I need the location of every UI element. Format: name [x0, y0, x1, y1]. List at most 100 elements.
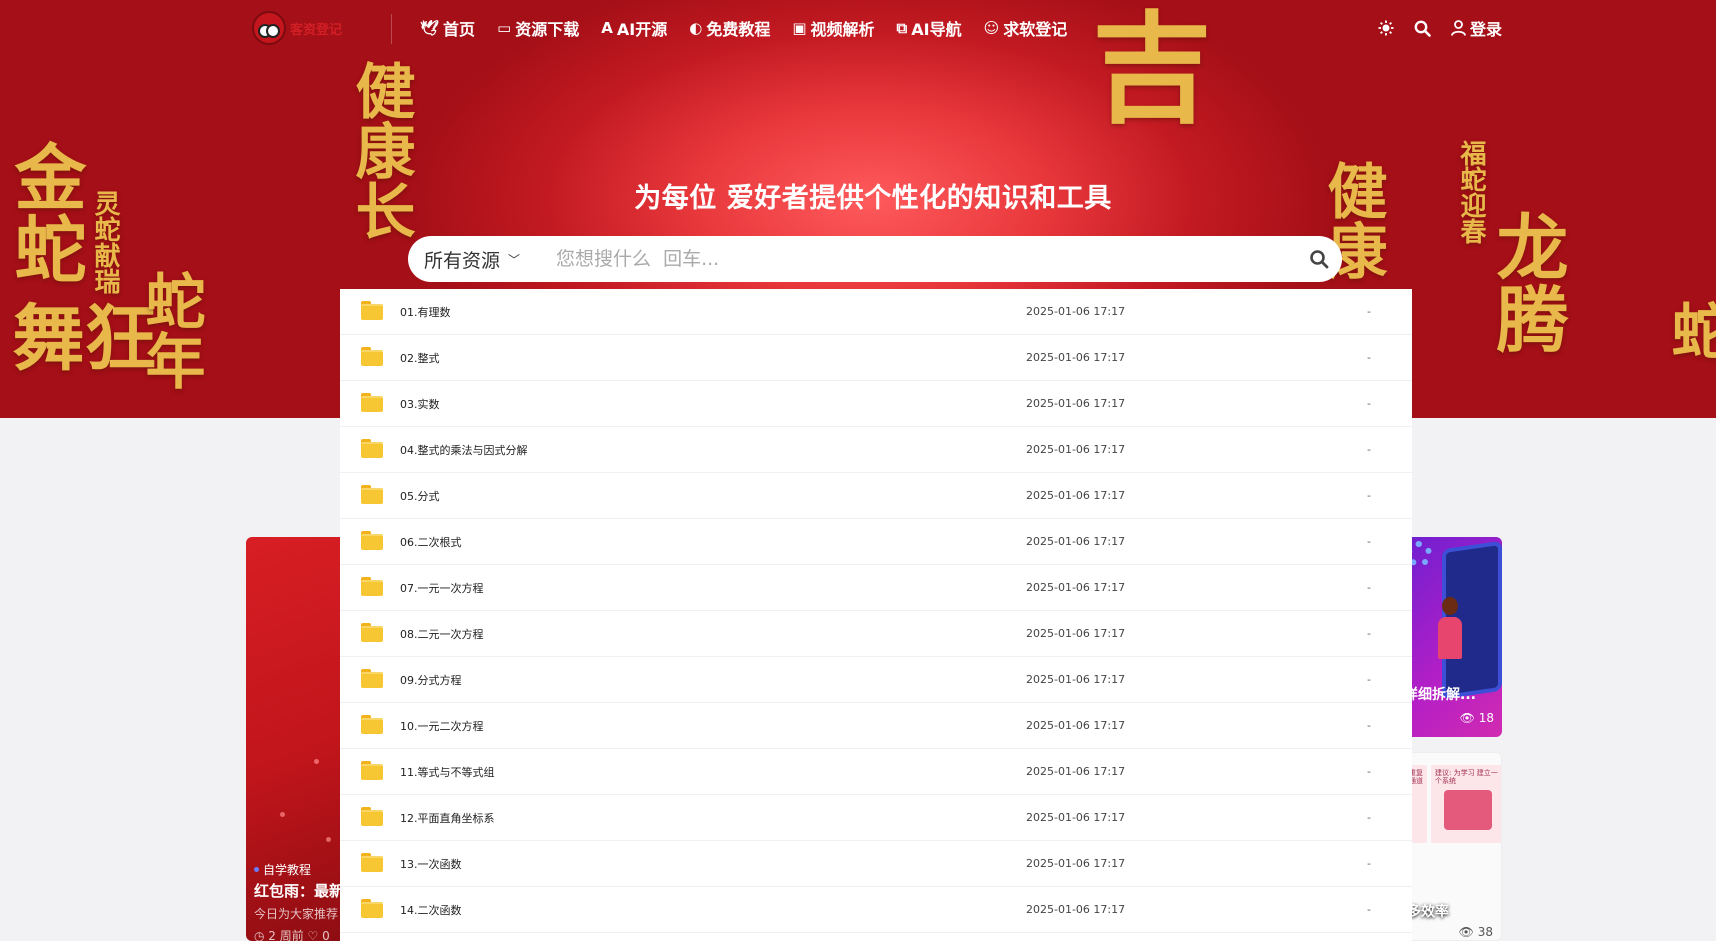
- nav-actions: 登录: [1378, 16, 1502, 40]
- card-description: 今日为大家推荐: [254, 907, 339, 921]
- menu-item-label: AI导航: [911, 20, 962, 39]
- file-row[interactable]: 12.平面直角坐标系 2025-01-06 17:17 -: [340, 795, 1412, 841]
- article-card-right-bottom[interactable]: 重复 通道 建议: 为学习 建立一个系统 多效率 👁 38: [1400, 752, 1502, 941]
- file-row[interactable]: 09.分式方程 2025-01-06 17:17 -: [340, 657, 1412, 703]
- thumbnail-image: [1444, 789, 1492, 830]
- file-list-panel: 01.有理数 2025-01-06 17:17 - 02.整式 2025-01-06 1…: [340, 289, 1412, 941]
- file-name[interactable]: 07.一元一次方程: [400, 580, 484, 596]
- site-logo[interactable]: 客资登记: [252, 10, 348, 46]
- menu-item-free-tutorials[interactable]: ◐ 免费教程: [689, 16, 770, 40]
- letter-a-icon: A: [601, 19, 613, 37]
- file-name[interactable]: 05.分式: [400, 488, 440, 504]
- menu-item-software-request[interactable]: ☺ 求软登记: [984, 16, 1068, 40]
- search-category-label: 所有资源: [424, 249, 501, 272]
- folder-icon: [361, 531, 383, 550]
- search-input[interactable]: [540, 248, 1296, 270]
- folder-icon: [361, 439, 383, 458]
- file-date: 2025-01-06 17:17: [1026, 765, 1126, 778]
- file-date: 2025-01-06 17:17: [1026, 811, 1126, 824]
- file-size: -: [1367, 811, 1371, 824]
- file-name[interactable]: 04.整式的乘法与因式分解: [400, 442, 528, 458]
- theme-toggle-button[interactable]: [1378, 20, 1394, 36]
- file-name[interactable]: 14.二次函数: [400, 902, 462, 918]
- file-name[interactable]: 10.一元二次方程: [400, 718, 484, 734]
- folder-icon: [361, 853, 383, 872]
- view-count: 38: [1477, 925, 1493, 939]
- file-name[interactable]: 09.分式方程: [400, 672, 462, 688]
- file-size: -: [1367, 903, 1371, 916]
- folder-icon: [361, 715, 383, 734]
- file-row[interactable]: 03.实数 2025-01-06 17:17 -: [340, 381, 1412, 427]
- file-row[interactable]: 05.分式 2025-01-06 17:17 -: [340, 473, 1412, 519]
- thumbnail-caption: 建议: 为学习 建立一个系统: [1435, 769, 1498, 786]
- file-row[interactable]: 01.有理数 2025-01-06 17:17 -: [340, 289, 1412, 335]
- file-list: 01.有理数 2025-01-06 17:17 - 02.整式 2025-01-06 1…: [340, 289, 1412, 933]
- file-row[interactable]: 06.二次根式 2025-01-06 17:17 -: [340, 519, 1412, 565]
- file-row[interactable]: 04.整式的乘法与因式分解 2025-01-06 17:17 -: [340, 427, 1412, 473]
- article-card-right-top[interactable]: 详细拆解... 👁 18: [1400, 537, 1502, 737]
- smiley-icon: ☺: [983, 19, 1000, 37]
- file-row[interactable]: 08.二元一次方程 2025-01-06 17:17 -: [340, 611, 1412, 657]
- file-date: 2025-01-06 17:17: [1026, 581, 1126, 594]
- menu-item-ai-nav[interactable]: ⧉ AI导航: [897, 16, 962, 40]
- file-name[interactable]: 08.二元一次方程: [400, 626, 484, 642]
- menu-item-video-parse[interactable]: ▣ 视频解析: [792, 16, 874, 40]
- logo-mark-icon: [252, 11, 286, 45]
- file-date: 2025-01-06 17:17: [1026, 627, 1126, 640]
- file-name[interactable]: 13.一次函数: [400, 856, 462, 872]
- file-date: 2025-01-06 17:17: [1026, 305, 1126, 318]
- folder-body: [361, 810, 383, 826]
- file-date: 2025-01-06 17:17: [1026, 903, 1126, 916]
- search-toggle-button[interactable]: [1414, 20, 1431, 37]
- file-size: -: [1367, 719, 1371, 732]
- decor-dot: [280, 812, 285, 817]
- hero-slogan: 为每位 爱好者提供个性化的知识和工具: [634, 183, 1112, 214]
- person-illustration: [1438, 597, 1462, 667]
- article-card-left[interactable]: 自学教程 红包雨：最新 今日为大家推荐 ◷ 2 周前 ♡ 0: [246, 537, 346, 941]
- menu-item-home[interactable]: 🕊 首页: [420, 16, 475, 40]
- file-row[interactable]: 10.一元二次方程 2025-01-06 17:17 -: [340, 703, 1412, 749]
- search-category-select[interactable]: 所有资源 ﹀: [408, 246, 540, 273]
- decoration-ling-she-2: 灵蛇: [1661, 300, 1716, 360]
- card-category-tag[interactable]: 自学教程: [254, 861, 311, 878]
- card-title[interactable]: 多效率: [1407, 901, 1449, 921]
- file-date: 2025-01-06 17:17: [1026, 489, 1126, 502]
- file-date: 2025-01-06 17:17: [1026, 719, 1126, 732]
- file-date: 2025-01-06 17:17: [1026, 535, 1126, 548]
- decoration-long-teng: 龙腾: [1484, 210, 1569, 354]
- search-icon: [1414, 20, 1431, 37]
- menu-item-ai-open-source[interactable]: A AI开源: [601, 16, 667, 40]
- person-body: [1438, 617, 1462, 659]
- file-row[interactable]: 11.等式与不等式组 2025-01-06 17:17 -: [340, 749, 1412, 795]
- file-name[interactable]: 03.实数: [400, 396, 440, 412]
- file-name[interactable]: 06.二次根式: [400, 534, 462, 550]
- file-name[interactable]: 12.平面直角坐标系: [400, 810, 495, 826]
- folder-body: [361, 718, 383, 734]
- file-row[interactable]: 13.一次函数 2025-01-06 17:17 -: [340, 841, 1412, 887]
- card-title[interactable]: 红包雨：最新: [254, 880, 344, 901]
- menu-item-label: AI开源: [616, 20, 668, 39]
- chevron-down-icon: ﹀: [508, 252, 521, 267]
- menu-item-downloads[interactable]: ▭ 资源下载: [497, 16, 579, 40]
- chat-bubbles-icon: ⧉: [896, 19, 908, 37]
- folder-body: [361, 396, 383, 412]
- file-row[interactable]: 14.二次函数 2025-01-06 17:17 -: [340, 887, 1412, 933]
- decoration-kuang-wu: 狂舞: [0, 300, 157, 372]
- folder-body: [361, 534, 383, 550]
- file-name[interactable]: 02.整式: [400, 350, 440, 366]
- search-submit-button[interactable]: [1296, 236, 1342, 282]
- login-button[interactable]: 登录: [1451, 16, 1502, 40]
- sun-icon: [1378, 20, 1394, 36]
- file-name[interactable]: 11.等式与不等式组: [400, 764, 495, 780]
- file-size: -: [1367, 443, 1371, 456]
- file-row[interactable]: 02.整式 2025-01-06 17:17 -: [340, 335, 1412, 381]
- card-views: 👁 38: [1459, 925, 1493, 939]
- folder-body: [361, 672, 383, 688]
- menu-item-label: 免费教程: [706, 20, 771, 39]
- card-title[interactable]: 详细拆解...: [1404, 684, 1476, 704]
- file-name[interactable]: 01.有理数: [400, 304, 451, 320]
- logo-text: 客资登记: [290, 22, 343, 38]
- folder-body: [361, 856, 383, 872]
- folder-icon: [361, 393, 383, 412]
- file-row[interactable]: 07.一元一次方程 2025-01-06 17:17 -: [340, 565, 1412, 611]
